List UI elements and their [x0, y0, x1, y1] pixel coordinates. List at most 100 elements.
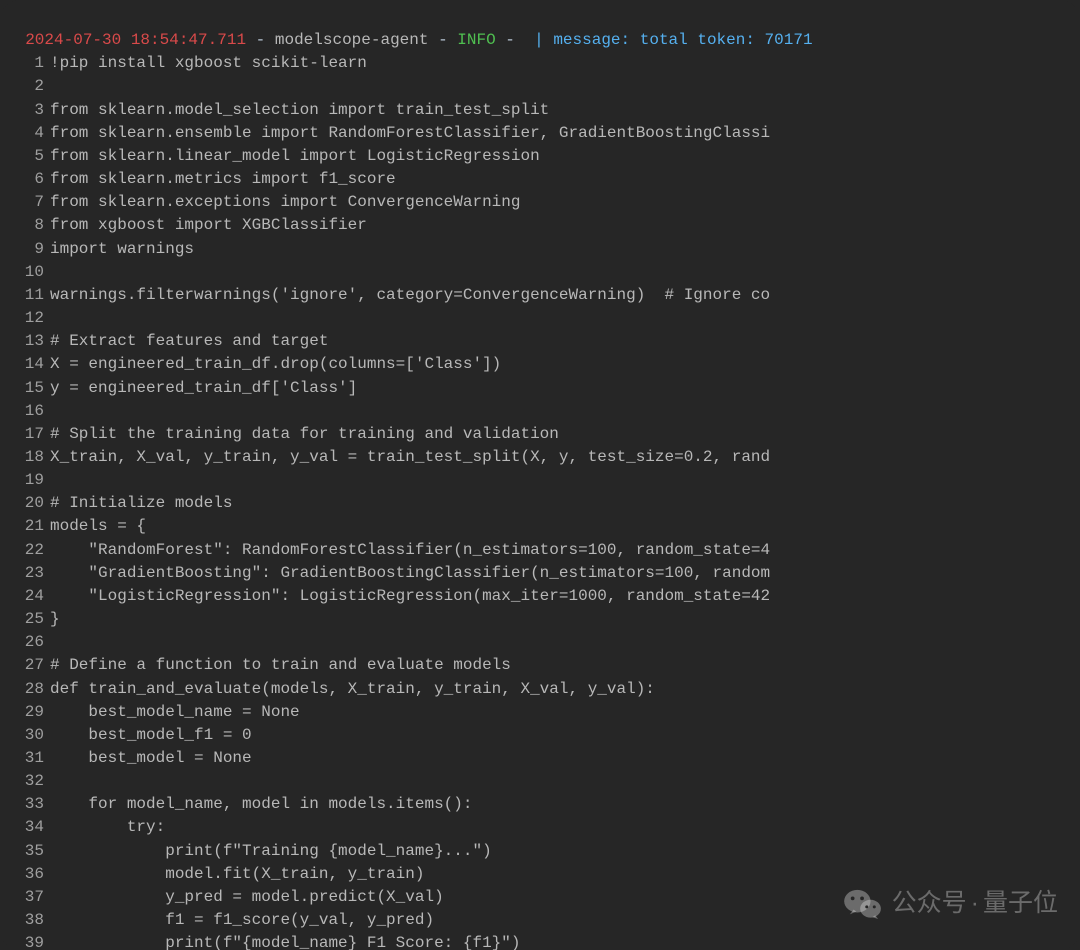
- line-number: 18: [0, 446, 50, 469]
- code-line: 28def train_and_evaluate(models, X_train…: [0, 678, 1080, 701]
- code-line: 31 best_model = None: [0, 747, 1080, 770]
- line-number: 39: [0, 932, 50, 950]
- code-line: 20# Initialize models: [0, 492, 1080, 515]
- line-number: 12: [0, 307, 50, 330]
- line-number: 10: [0, 261, 50, 284]
- line-source: print(f"{model_name} F1 Score: {f1}"): [50, 932, 520, 950]
- line-number: 20: [0, 492, 50, 515]
- log-agent: modelscope-agent: [275, 31, 429, 49]
- line-number: 30: [0, 724, 50, 747]
- line-source: from sklearn.model_selection import trai…: [50, 99, 549, 122]
- code-line: 34 try:: [0, 816, 1080, 839]
- line-number: 34: [0, 816, 50, 839]
- line-source: "GradientBoosting": GradientBoostingClas…: [50, 562, 770, 585]
- line-number: 28: [0, 678, 50, 701]
- line-number: 24: [0, 585, 50, 608]
- code-line: 4from sklearn.ensemble import RandomFore…: [0, 122, 1080, 145]
- line-number: 14: [0, 353, 50, 376]
- code-line: 23 "GradientBoosting": GradientBoostingC…: [0, 562, 1080, 585]
- line-source: from sklearn.exceptions import Convergen…: [50, 191, 520, 214]
- line-number: 4: [0, 122, 50, 145]
- code-line: 21models = {: [0, 515, 1080, 538]
- line-source: best_model_name = None: [50, 701, 300, 724]
- code-line: 3from sklearn.model_selection import tra…: [0, 99, 1080, 122]
- code-line: 22 "RandomForest": RandomForestClassifie…: [0, 539, 1080, 562]
- code-line: 35 print(f"Training {model_name}..."): [0, 840, 1080, 863]
- line-source: model.fit(X_train, y_train): [50, 863, 424, 886]
- line-number: 11: [0, 284, 50, 307]
- code-line: 36 model.fit(X_train, y_train): [0, 863, 1080, 886]
- line-source: from sklearn.ensemble import RandomFores…: [50, 122, 770, 145]
- code-line: 29 best_model_name = None: [0, 701, 1080, 724]
- line-number: 27: [0, 654, 50, 677]
- line-number: 3: [0, 99, 50, 122]
- line-source: # Define a function to train and evaluat…: [50, 654, 511, 677]
- line-source: print(f"Training {model_name}..."): [50, 840, 492, 863]
- line-number: 9: [0, 238, 50, 261]
- code-line: 9import warnings: [0, 238, 1080, 261]
- line-source: f1 = f1_score(y_val, y_pred): [50, 909, 434, 932]
- line-number: 35: [0, 840, 50, 863]
- code-line: 18X_train, X_val, y_train, y_val = train…: [0, 446, 1080, 469]
- line-number: 16: [0, 400, 50, 423]
- line-number: 36: [0, 863, 50, 886]
- code-line: 26: [0, 631, 1080, 654]
- code-line: 16: [0, 400, 1080, 423]
- code-line: 25}: [0, 608, 1080, 631]
- code-line: 17# Split the training data for training…: [0, 423, 1080, 446]
- line-source: best_model_f1 = 0: [50, 724, 252, 747]
- line-source: best_model = None: [50, 747, 252, 770]
- line-source: # Initialize models: [50, 492, 232, 515]
- line-number: 15: [0, 377, 50, 400]
- line-number: 1: [0, 52, 50, 75]
- line-source: from xgboost import XGBClassifier: [50, 214, 367, 237]
- code-line: 32: [0, 770, 1080, 793]
- line-number: 25: [0, 608, 50, 631]
- code-line: 6from sklearn.metrics import f1_score: [0, 168, 1080, 191]
- line-number: 37: [0, 886, 50, 909]
- line-number: 17: [0, 423, 50, 446]
- code-block: 1!pip install xgboost scikit-learn23from…: [0, 52, 1080, 950]
- code-line: 13# Extract features and target: [0, 330, 1080, 353]
- line-number: 19: [0, 469, 50, 492]
- code-line: 30 best_model_f1 = 0: [0, 724, 1080, 747]
- code-line: 37 y_pred = model.predict(X_val): [0, 886, 1080, 909]
- code-line: 24 "LogisticRegression": LogisticRegress…: [0, 585, 1080, 608]
- code-line: 19: [0, 469, 1080, 492]
- code-line: 5from sklearn.linear_model import Logist…: [0, 145, 1080, 168]
- line-source: from sklearn.metrics import f1_score: [50, 168, 396, 191]
- line-number: 29: [0, 701, 50, 724]
- code-line: 38 f1 = f1_score(y_val, y_pred): [0, 909, 1080, 932]
- line-number: 32: [0, 770, 50, 793]
- line-source: # Split the training data for training a…: [50, 423, 559, 446]
- line-number: 8: [0, 214, 50, 237]
- code-line: 33 for model_name, model in models.items…: [0, 793, 1080, 816]
- line-source: warnings.filterwarnings('ignore', catego…: [50, 284, 770, 307]
- line-number: 31: [0, 747, 50, 770]
- line-number: 13: [0, 330, 50, 353]
- line-source: "LogisticRegression": LogisticRegression…: [50, 585, 770, 608]
- code-line: 27# Define a function to train and evalu…: [0, 654, 1080, 677]
- log-sep-1: -: [246, 31, 275, 49]
- line-number: 21: [0, 515, 50, 538]
- line-number: 22: [0, 539, 50, 562]
- line-source: y = engineered_train_df['Class']: [50, 377, 357, 400]
- code-line: 14X = engineered_train_df.drop(columns=[…: [0, 353, 1080, 376]
- line-number: 2: [0, 75, 50, 98]
- code-line: 15y = engineered_train_df['Class']: [0, 377, 1080, 400]
- line-number: 6: [0, 168, 50, 191]
- line-source: y_pred = model.predict(X_val): [50, 886, 444, 909]
- log-timestamp: 2024-07-30 18:54:47.711: [25, 31, 246, 49]
- code-line: 11warnings.filterwarnings('ignore', cate…: [0, 284, 1080, 307]
- line-source: !pip install xgboost scikit-learn: [50, 52, 367, 75]
- line-number: 33: [0, 793, 50, 816]
- log-header: 2024-07-30 18:54:47.711 - modelscope-age…: [0, 0, 1080, 52]
- code-line: 7from sklearn.exceptions import Converge…: [0, 191, 1080, 214]
- line-source: X = engineered_train_df.drop(columns=['C…: [50, 353, 501, 376]
- log-level: INFO: [457, 31, 495, 49]
- line-source: }: [50, 608, 60, 631]
- log-sep-2: -: [428, 31, 457, 49]
- line-source: for model_name, model in models.items():: [50, 793, 472, 816]
- line-source: "RandomForest": RandomForestClassifier(n…: [50, 539, 770, 562]
- line-source: from sklearn.linear_model import Logisti…: [50, 145, 540, 168]
